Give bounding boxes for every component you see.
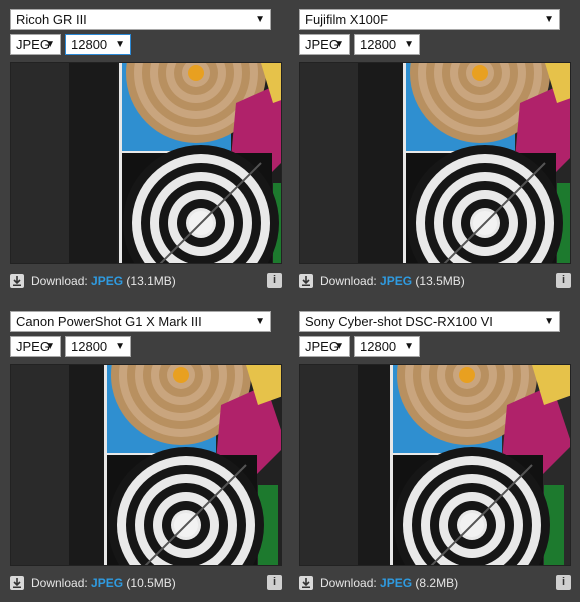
sample-image[interactable] — [299, 62, 571, 264]
download-text: Download: JPEG (13.5MB) — [320, 274, 465, 288]
info-icon[interactable]: i — [267, 575, 282, 590]
download-label: Download: — [320, 274, 377, 288]
download-label: Download: — [31, 576, 88, 590]
download-row: Download: JPEG (13.1MB) i — [10, 273, 282, 289]
download-row: Download: JPEG (8.2MB) i — [299, 575, 571, 591]
chevron-down-icon: ▼ — [255, 14, 265, 25]
download-icon[interactable] — [10, 576, 24, 590]
chevron-down-icon: ▼ — [115, 39, 125, 50]
camera-select[interactable]: Ricoh GR III ▼ — [10, 9, 271, 30]
format-select[interactable]: JPEG ▼ — [299, 336, 350, 357]
camera-select[interactable]: Fujifilm X100F ▼ — [299, 9, 560, 30]
chevron-down-icon: ▼ — [45, 341, 55, 352]
file-size: (10.5MB) — [126, 576, 176, 590]
download-label: Download: — [31, 274, 88, 288]
sample-image[interactable] — [10, 62, 282, 264]
format-select[interactable]: JPEG ▼ — [299, 34, 350, 55]
iso-select[interactable]: 12800 ▼ — [65, 34, 131, 55]
file-size: (13.1MB) — [126, 274, 176, 288]
iso-select[interactable]: 12800 ▼ — [65, 336, 131, 357]
chevron-down-icon: ▼ — [544, 316, 554, 327]
chevron-down-icon: ▼ — [45, 39, 55, 50]
camera-select-value: Canon PowerShot G1 X Mark III — [16, 314, 202, 329]
download-text: Download: JPEG (13.1MB) — [31, 274, 176, 288]
download-text: Download: JPEG (10.5MB) — [31, 576, 176, 590]
chevron-down-icon: ▼ — [334, 39, 344, 50]
download-row: Download: JPEG (13.5MB) i — [299, 273, 571, 289]
download-link[interactable]: JPEG — [91, 576, 123, 590]
download-link[interactable]: JPEG — [380, 576, 412, 590]
chevron-down-icon: ▼ — [334, 341, 344, 352]
iso-select-value: 12800 — [71, 339, 108, 354]
iso-select[interactable]: 12800 ▼ — [354, 34, 420, 55]
download-row: Download: JPEG (10.5MB) i — [10, 575, 282, 591]
format-select[interactable]: JPEG ▼ — [10, 336, 61, 357]
camera-select-value: Ricoh GR III — [16, 12, 87, 27]
iso-select-value: 12800 — [360, 339, 397, 354]
download-icon[interactable] — [10, 274, 24, 288]
info-icon[interactable]: i — [556, 273, 571, 288]
file-size: (13.5MB) — [415, 274, 465, 288]
format-select[interactable]: JPEG ▼ — [10, 34, 61, 55]
camera-select[interactable]: Sony Cyber-shot DSC-RX100 VI ▼ — [299, 311, 560, 332]
camera-select-value: Sony Cyber-shot DSC-RX100 VI — [305, 314, 493, 329]
camera-select[interactable]: Canon PowerShot G1 X Mark III ▼ — [10, 311, 271, 332]
chevron-down-icon: ▼ — [255, 316, 265, 327]
info-icon[interactable]: i — [556, 575, 571, 590]
chevron-down-icon: ▼ — [404, 39, 414, 50]
chevron-down-icon: ▼ — [544, 14, 554, 25]
camera-select-value: Fujifilm X100F — [305, 12, 389, 27]
download-text: Download: JPEG (8.2MB) — [320, 576, 458, 590]
chevron-down-icon: ▼ — [115, 341, 125, 352]
iso-select[interactable]: 12800 ▼ — [354, 336, 420, 357]
sample-image[interactable] — [10, 364, 282, 566]
file-size: (8.2MB) — [415, 576, 459, 590]
download-link[interactable]: JPEG — [380, 274, 412, 288]
chevron-down-icon: ▼ — [404, 341, 414, 352]
download-icon[interactable] — [299, 274, 313, 288]
download-icon[interactable] — [299, 576, 313, 590]
download-label: Download: — [320, 576, 377, 590]
sample-image[interactable] — [299, 364, 571, 566]
iso-select-value: 12800 — [71, 37, 108, 52]
info-icon[interactable]: i — [267, 273, 282, 288]
download-link[interactable]: JPEG — [91, 274, 123, 288]
iso-select-value: 12800 — [360, 37, 397, 52]
